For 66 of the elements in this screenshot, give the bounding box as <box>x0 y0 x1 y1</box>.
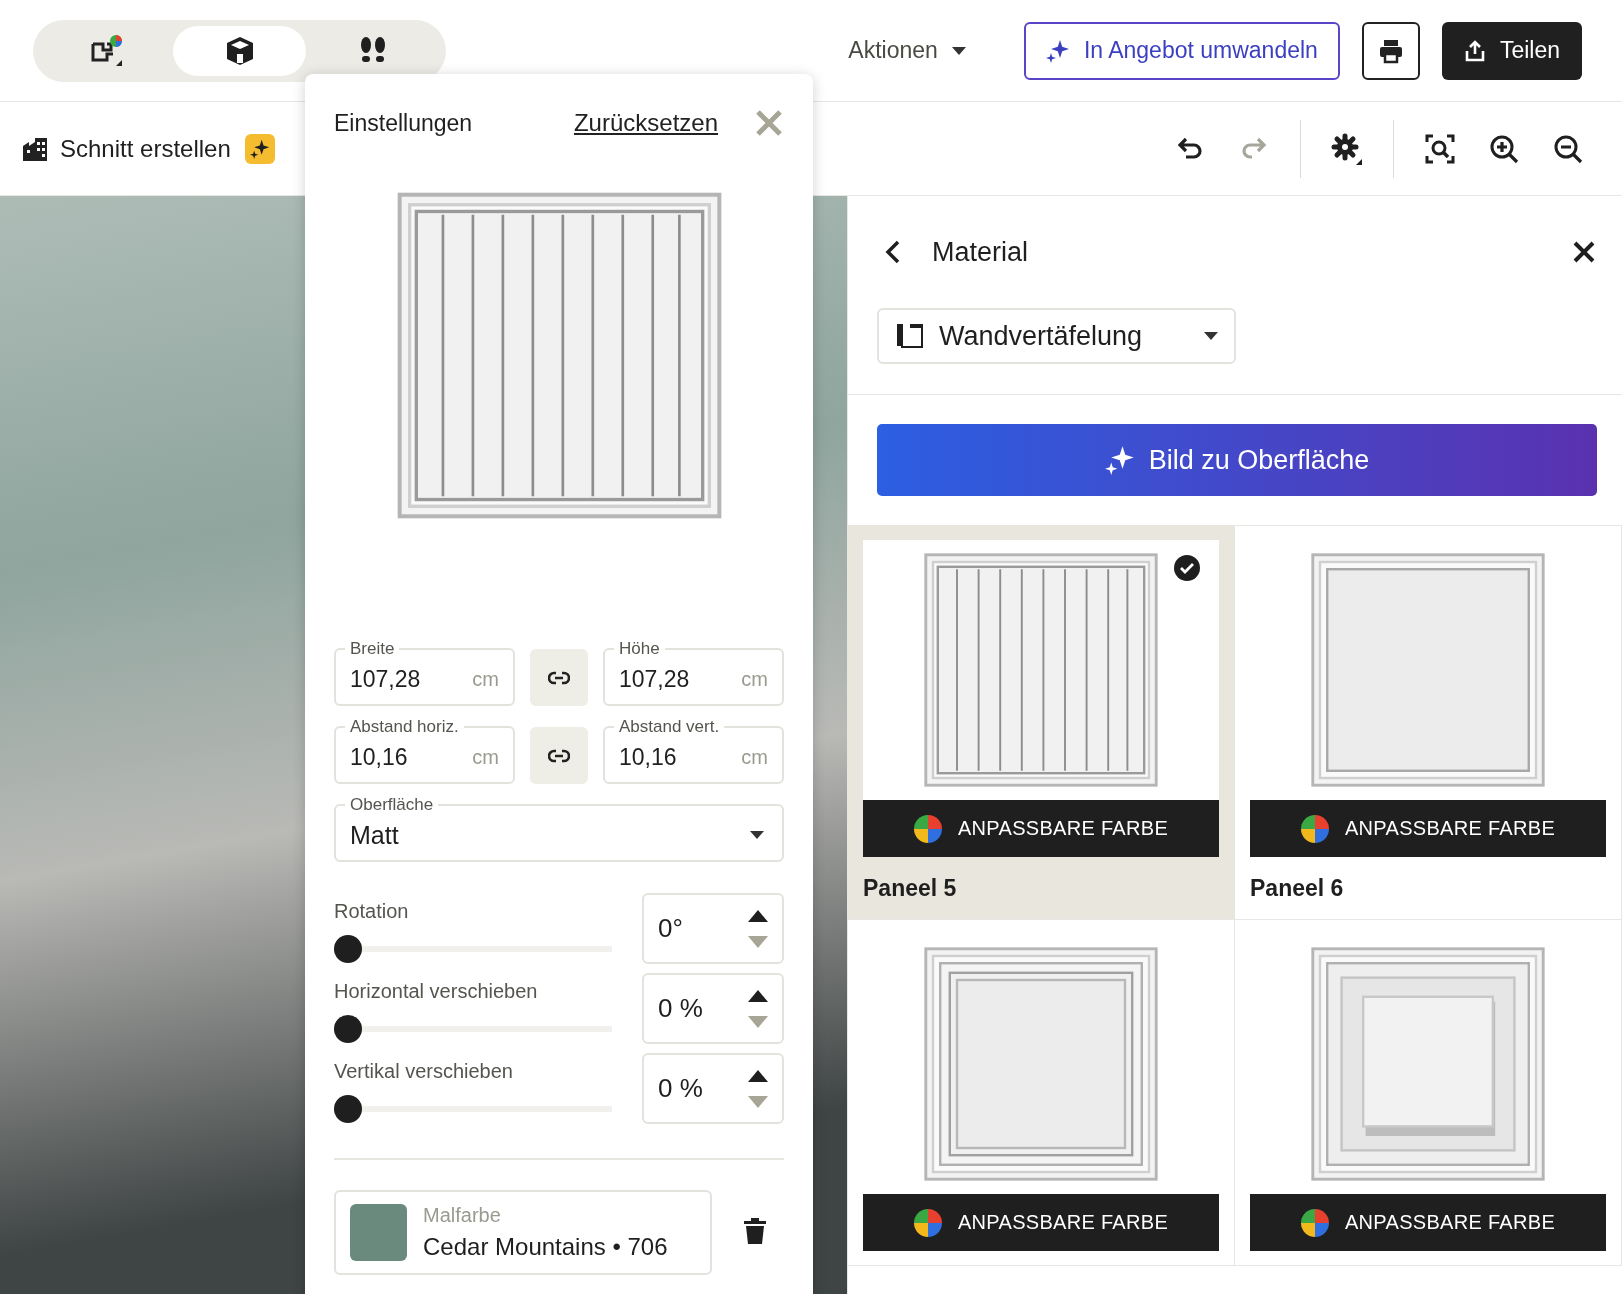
actions-menu[interactable]: Aktionen <box>842 36 972 65</box>
link-icon <box>548 748 570 763</box>
caret-icon <box>1204 332 1218 340</box>
material-tile[interactable]: ANPASSBARE FARBE <box>848 920 1235 1266</box>
down-arrow-icon <box>748 1015 768 1028</box>
image-to-surface-button[interactable]: Bild zu Oberfläche <box>877 424 1597 496</box>
trash-icon <box>743 1217 767 1245</box>
link-toggle-button[interactable] <box>530 649 588 706</box>
down-arrow-icon <box>748 935 768 948</box>
up-arrow-icon <box>748 1069 768 1082</box>
paint-label: Malfarbe <box>423 1204 502 1227</box>
material-tile[interactable]: ANPASSBARE FARBE Paneel 5 <box>848 526 1235 920</box>
caret-icon <box>951 46 966 55</box>
custom-color-label: ANPASSBARE FARBE <box>1250 800 1606 857</box>
slider-label: Rotation <box>334 900 410 923</box>
create-section-button[interactable]: Schnitt erstellen <box>16 132 281 165</box>
material-tile[interactable]: ANPASSBARE FARBE <box>1235 920 1622 1266</box>
fit-to-view-icon <box>1424 132 1456 165</box>
paint-name: Cedar Mountains • 706 <box>423 1233 668 1261</box>
buildings-icon <box>22 135 48 162</box>
category-dropdown[interactable]: Wandvertäfelung <box>877 308 1236 364</box>
slider-label: Horizontal verschieben <box>334 980 539 1003</box>
material-name: Paneel 6 <box>1250 874 1345 903</box>
popover-title: Einstellungen <box>334 109 474 137</box>
number-stepper[interactable]: 0 % <box>642 973 784 1044</box>
reset-link[interactable]: Zurücksetzen <box>573 109 718 137</box>
checkmark-icon <box>1173 554 1201 582</box>
print-icon <box>1377 37 1404 64</box>
share-button[interactable]: Teilen <box>1441 21 1582 80</box>
color-wheel-icon <box>1300 1208 1329 1237</box>
slider-thumb[interactable] <box>334 935 362 963</box>
number-stepper[interactable]: 0° <box>642 893 784 964</box>
link-toggle-button[interactable] <box>530 727 588 784</box>
caret-icon <box>750 831 764 839</box>
color-wheel-icon <box>1300 814 1329 843</box>
close-icon <box>754 108 784 138</box>
number-field[interactable]: Breite 107,28 cm <box>334 640 515 706</box>
surface-dropdown[interactable]: Oberfläche Matt <box>334 796 784 862</box>
custom-color-label: ANPASSBARE FARBE <box>863 800 1219 857</box>
sparkle-icon <box>1104 445 1135 475</box>
increment-button[interactable] <box>748 1069 768 1082</box>
share-icon <box>1463 38 1486 63</box>
link-icon <box>548 670 570 685</box>
up-arrow-icon <box>748 909 768 922</box>
number-stepper[interactable]: 0 % <box>642 1053 784 1124</box>
increment-button[interactable] <box>748 909 768 922</box>
custom-color-label: ANPASSBARE FARBE <box>1250 1194 1606 1251</box>
color-wheel-icon <box>913 814 942 843</box>
slider-label: Vertikal verschieben <box>334 1060 514 1083</box>
increment-button[interactable] <box>748 989 768 1002</box>
number-field[interactable]: Abstand vert. 10,16 cm <box>603 718 784 784</box>
settings-icon <box>1331 132 1363 165</box>
up-arrow-icon <box>748 989 768 1002</box>
slider-thumb[interactable] <box>334 1095 362 1123</box>
material-tile[interactable]: ANPASSBARE FARBE Paneel 6 <box>1235 526 1622 920</box>
down-arrow-icon <box>748 1095 768 1108</box>
convert-to-quote-button[interactable]: In Angebot umwandeln <box>1023 21 1340 80</box>
print-button[interactable] <box>1361 21 1420 80</box>
material-name: Paneel 5 <box>863 874 958 903</box>
panel-title: Material <box>932 236 1030 268</box>
color-wheel-icon <box>913 1208 942 1237</box>
number-field[interactable]: Höhe 107,28 cm <box>603 640 784 706</box>
slider-thumb[interactable] <box>334 1015 362 1043</box>
paint-color-card[interactable]: Malfarbe Cedar Mountains • 706 <box>334 1190 712 1275</box>
number-field[interactable]: Abstand horiz. 10,16 cm <box>334 718 515 784</box>
custom-color-label: ANPASSBARE FARBE <box>863 1194 1219 1251</box>
